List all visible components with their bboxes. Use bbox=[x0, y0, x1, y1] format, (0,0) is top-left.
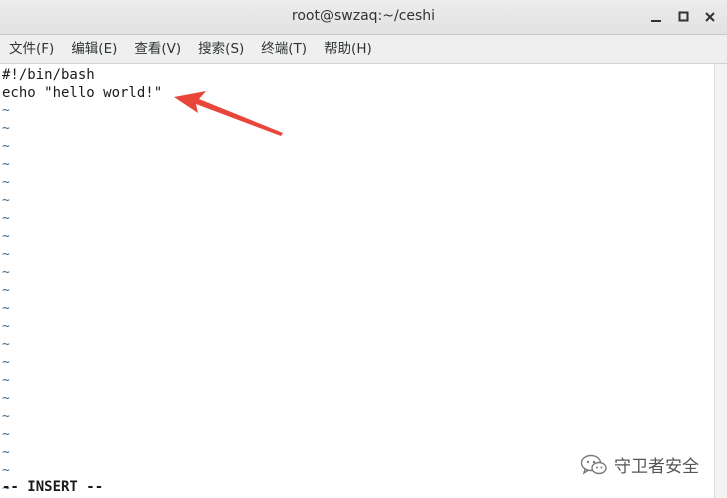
terminal-window: root@swzaq:~/ceshi 文件(F) 编辑(E) 查看(V) 搜索(… bbox=[0, 0, 727, 498]
close-button[interactable] bbox=[699, 6, 721, 28]
empty-line-tilde: ~ bbox=[2, 355, 10, 370]
empty-line-tilde: ~ bbox=[2, 427, 10, 442]
menu-help[interactable]: 帮助(H) bbox=[315, 35, 380, 63]
empty-line-tilde: ~ bbox=[2, 139, 10, 154]
menu-search[interactable]: 搜索(S) bbox=[189, 35, 252, 63]
menu-view[interactable]: 查看(V) bbox=[125, 35, 189, 63]
watermark: 守卫者安全 bbox=[580, 452, 699, 477]
empty-line-tilde: ~ bbox=[2, 175, 10, 190]
watermark-text: 守卫者安全 bbox=[614, 457, 699, 477]
minimize-button[interactable] bbox=[645, 6, 667, 28]
empty-line-tilde: ~ bbox=[2, 193, 10, 208]
window-title: root@swzaq:~/ceshi bbox=[291, 8, 436, 24]
empty-line-tilde: ~ bbox=[2, 265, 10, 280]
empty-line-tilde: ~ bbox=[2, 229, 10, 244]
empty-line-tilde: ~ bbox=[2, 103, 10, 118]
minimize-icon bbox=[651, 20, 661, 22]
menu-file[interactable]: 文件(F) bbox=[0, 35, 62, 63]
empty-line-tilde: ~ bbox=[2, 319, 10, 334]
terminal-content[interactable]: #!/bin/bash echo "hello world!" ~ ~ ~ ~ ~ ~ ~ ~… bbox=[0, 64, 714, 498]
wechat-icon bbox=[580, 454, 607, 475]
menu-bar: 文件(F) 编辑(E) 查看(V) 搜索(S) 终端(T) 帮助(H) bbox=[0, 35, 727, 64]
empty-line-tilde: ~ bbox=[2, 409, 10, 424]
empty-line-tilde: ~ bbox=[2, 391, 10, 406]
empty-line-tilde: ~ bbox=[2, 337, 10, 352]
editor-line-shebang: #!/bin/bash bbox=[2, 67, 95, 83]
empty-line-tilde: ~ bbox=[2, 445, 10, 460]
empty-line-tilde: ~ bbox=[2, 301, 10, 316]
menu-terminal[interactable]: 终端(T) bbox=[252, 35, 315, 63]
maximize-button[interactable] bbox=[673, 6, 695, 28]
close-icon bbox=[705, 12, 715, 22]
empty-line-tilde: ~ bbox=[2, 121, 10, 136]
empty-line-tilde: ~ bbox=[2, 247, 10, 262]
scrollbar[interactable] bbox=[714, 64, 727, 498]
empty-line-tilde: ~ bbox=[2, 211, 10, 226]
editor-line-echo: echo "hello world!" bbox=[2, 85, 163, 101]
maximize-icon bbox=[678, 11, 689, 22]
title-bar[interactable]: root@swzaq:~/ceshi bbox=[0, 0, 727, 35]
empty-line-tilde: ~ bbox=[2, 157, 10, 172]
empty-line-tilde: ~ bbox=[2, 283, 10, 298]
menu-edit[interactable]: 编辑(E) bbox=[62, 35, 125, 63]
empty-line-tilde: ~ bbox=[2, 373, 10, 388]
vim-mode-status: -- INSERT -- bbox=[2, 479, 104, 495]
